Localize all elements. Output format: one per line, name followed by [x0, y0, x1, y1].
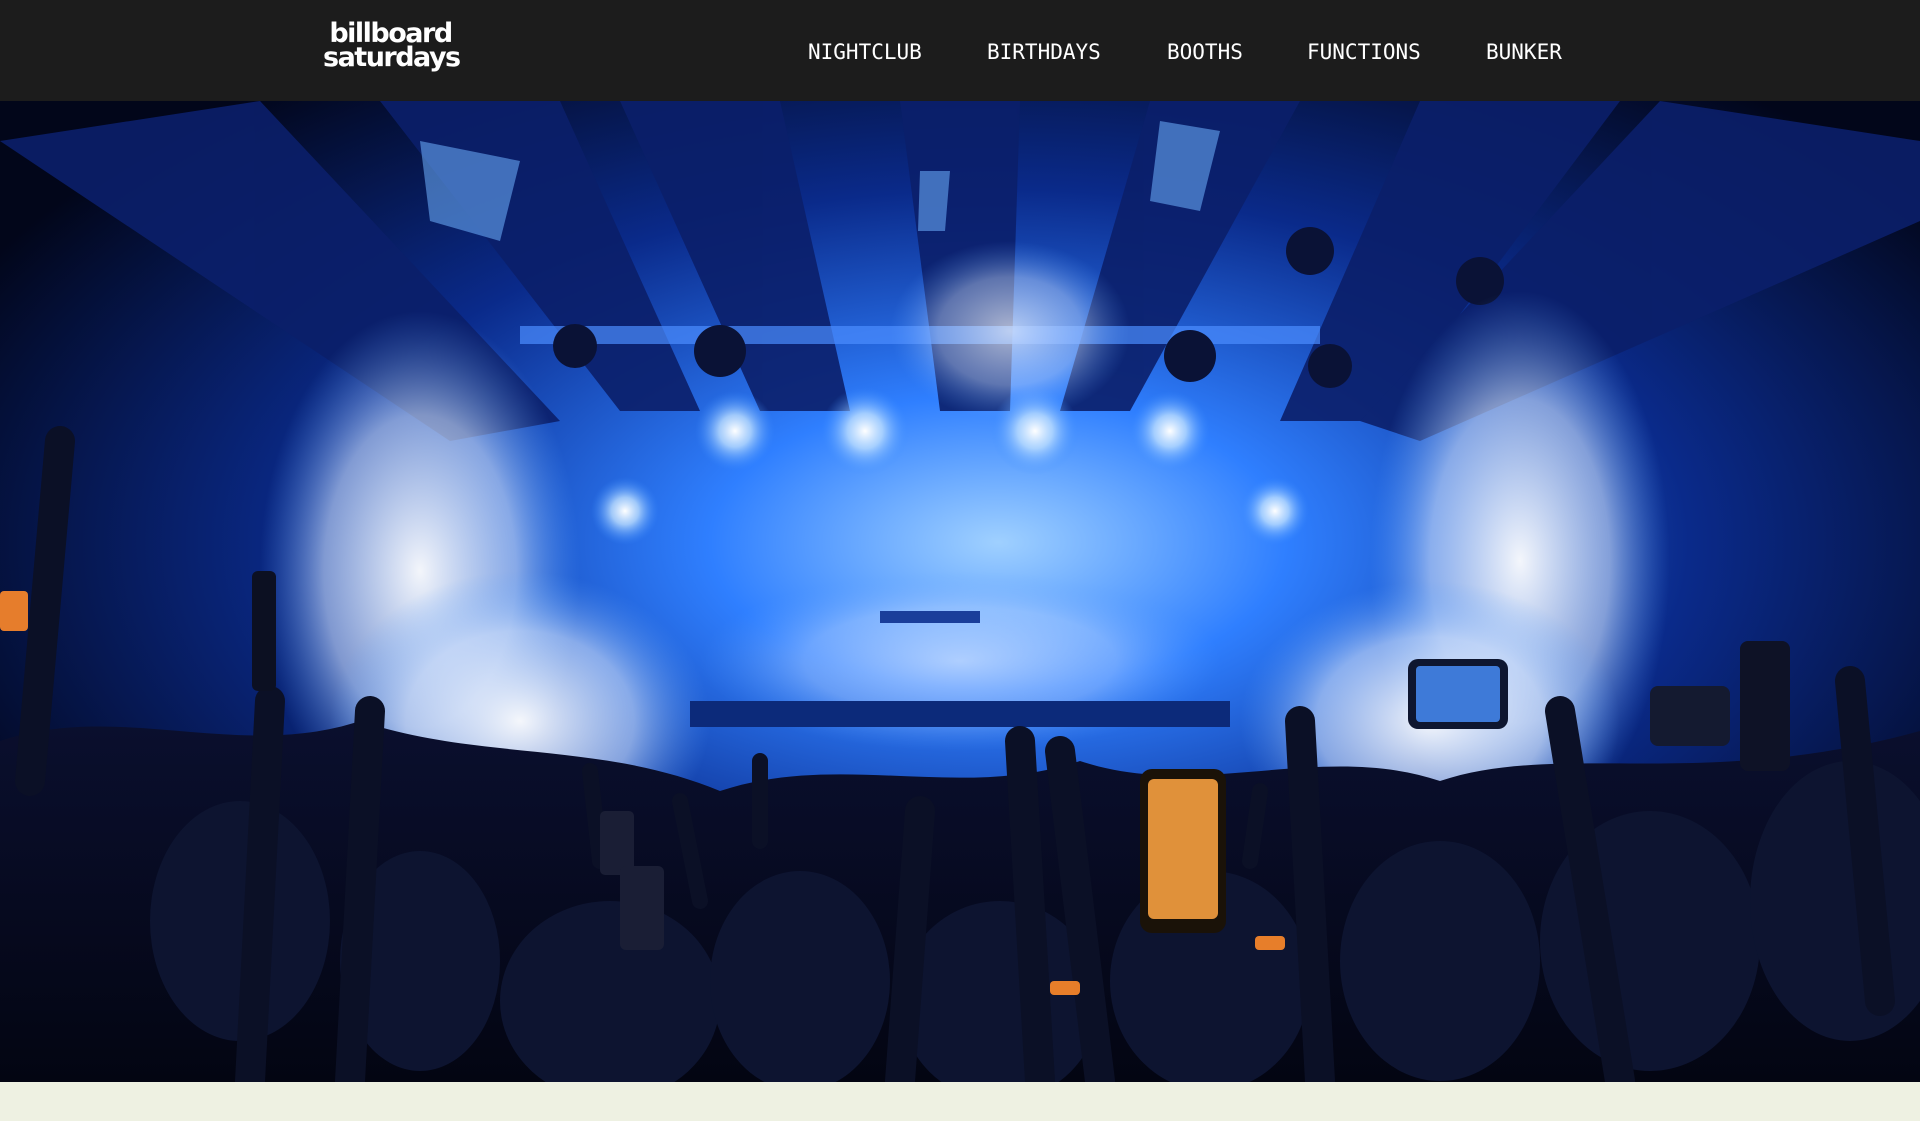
site-header: billboard saturdays NIGHTCLUB BIRTHDAYS … — [0, 0, 1920, 101]
main-nav: NIGHTCLUB BIRTHDAYS BOOTHS FUNCTIONS BUN… — [0, 40, 1920, 68]
hero-image — [0, 101, 1920, 1082]
nav-item-birthdays[interactable]: BIRTHDAYS — [987, 40, 1101, 64]
nav-item-booths[interactable]: BOOTHS — [1167, 40, 1243, 64]
nav-item-bunker[interactable]: BUNKER — [1486, 40, 1562, 64]
hero-photo-illustration — [0, 101, 1920, 1082]
nav-item-functions[interactable]: FUNCTIONS — [1307, 40, 1421, 64]
nav-item-nightclub[interactable]: NIGHTCLUB — [808, 40, 922, 64]
page-footer-band — [0, 1082, 1920, 1121]
